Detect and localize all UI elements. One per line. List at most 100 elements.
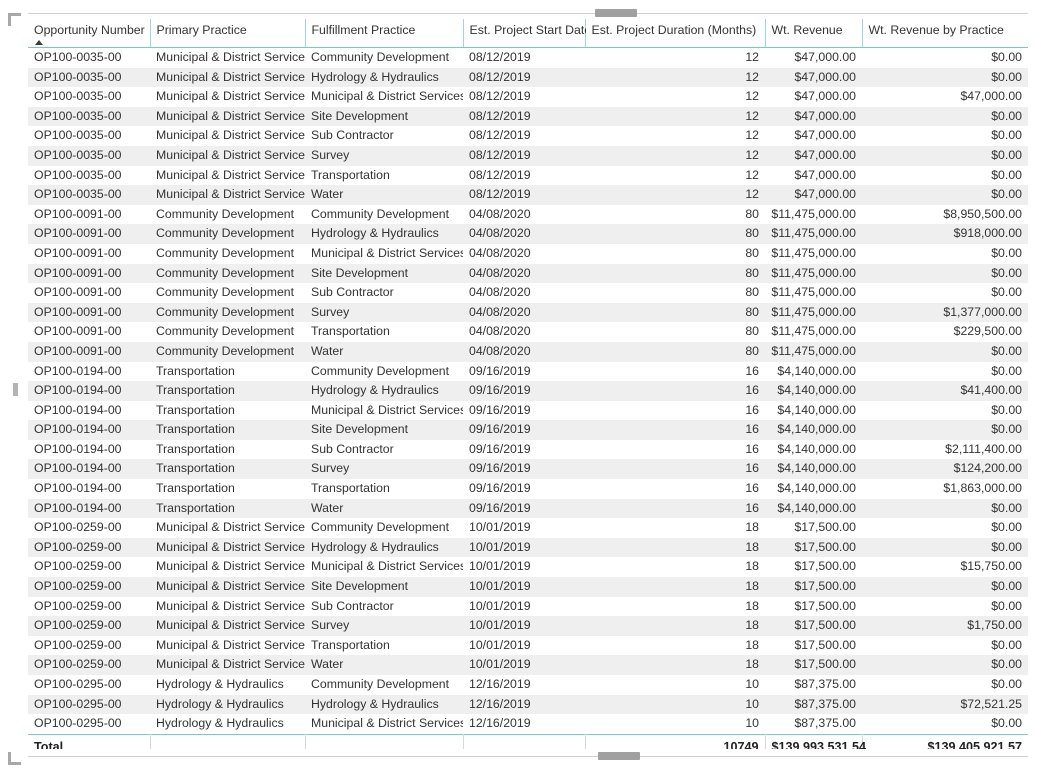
table-row[interactable]: OP100-0035-00 Municipal & District Servic… [28, 126, 1028, 146]
column-header-fulfillment-practice[interactable]: Fulfillment Practice [305, 19, 464, 48]
cell-est_project_start_date: 04/08/2020 [469, 324, 531, 339]
table-row[interactable]: OP100-0295-00 Hydrology & Hydraulics Munic… [28, 714, 1028, 734]
matrix-visual-container: Opportunity Number Primary Practice Fulf… [0, 0, 1048, 772]
data-table: Opportunity Number Primary Practice Fulf… [28, 19, 1028, 749]
cell-primary_practice: Municipal & District Services [156, 520, 305, 535]
cell-wt_revenue: $17,500.00 [765, 537, 862, 558]
table-row[interactable]: OP100-0295-00 Hydrology & Hydraulics Commu… [28, 675, 1028, 695]
column-header-label: Wt. Revenue [771, 23, 843, 37]
cell-opportunity_number: OP100-0194-00 [28, 420, 150, 440]
cell-wt_revenue: $17,500.00 [794, 559, 856, 574]
total-wt-revenue: $139,993,531.54 [765, 733, 866, 749]
cell-fulfillment_practice: Hydrology & Hydraulics [305, 224, 463, 244]
table-row[interactable]: OP100-0259-00 Municipal & District Servic… [28, 616, 1028, 636]
column-header-wt-revenue-by-practice[interactable]: Wt. Revenue by Practice [862, 19, 1028, 48]
cell-est_project_start_date: 10/01/2019 [469, 559, 531, 574]
table-row[interactable]: OP100-0091-00 Community Development Survey… [28, 302, 1028, 323]
column-header-opportunity-number[interactable]: Opportunity Number [28, 19, 151, 48]
vertical-scroll-mark[interactable] [13, 383, 18, 396]
cell-fulfillment_practice: Community Development [311, 50, 450, 64]
cell-wt_revenue: $4,140,000.00 [765, 498, 862, 519]
table-row[interactable]: OP100-0194-00 Transportation Transportatio… [28, 479, 1028, 499]
resize-handle-bottom-left[interactable] [8, 752, 21, 765]
cell-est_project_duration: 80 [585, 224, 765, 244]
cell-opportunity_number: OP100-0194-00 [34, 402, 122, 417]
cell-est_project_start_date: 10/01/2019 [463, 616, 585, 636]
table-row[interactable]: OP100-0194-00 Transportation Sub Contracto… [28, 440, 1028, 460]
table-row[interactable]: OP100-0035-00 Municipal & District Servic… [28, 166, 1028, 186]
table-row[interactable]: OP100-0091-00 Community Development Munici… [28, 244, 1028, 264]
cell-est_project_start_date: 10/01/2019 [463, 655, 585, 675]
cell-est_project_start_date: 04/08/2020 [469, 285, 531, 300]
cell-est_project_duration: 18 [745, 559, 759, 574]
table-row[interactable]: OP100-0035-00 Municipal & District Servic… [28, 145, 1028, 166]
table-row[interactable]: OP100-0259-00 Municipal & District Servic… [28, 537, 1028, 558]
cell-est_project_start_date: 12/16/2019 [463, 694, 585, 715]
column-header-est-project-start-date[interactable]: Est. Project Start Date [463, 19, 591, 48]
cell-wt_revenue_by_practice: $0.00 [862, 145, 1028, 166]
cell-wt_revenue: $4,140,000.00 [765, 381, 862, 401]
table-row[interactable]: OP100-0259-00 Municipal & District Servic… [28, 636, 1028, 656]
cell-wt_revenue: $47,000.00 [794, 128, 856, 143]
horizontal-scrollbar-bottom[interactable] [28, 752, 1028, 761]
cell-wt_revenue: $47,000.00 [765, 185, 862, 205]
table-row[interactable]: OP100-0091-00 Community Development Transp… [28, 322, 1028, 342]
table-row[interactable]: OP100-0035-00 Municipal & District Servic… [28, 185, 1028, 205]
cell-opportunity_number: OP100-0194-00 [34, 481, 122, 496]
table-row[interactable]: OP100-0259-00 Municipal & District Servic… [28, 557, 1028, 577]
cell-est_project_start_date: 09/16/2019 [469, 363, 531, 378]
table-row[interactable]: OP100-0259-00 Municipal & District Servic… [28, 518, 1028, 538]
table-row[interactable]: OP100-0035-00 Municipal & District Servic… [28, 106, 1028, 127]
table-row[interactable]: OP100-0295-00 Hydrology & Hydraulics Hydro… [28, 694, 1028, 715]
table-row[interactable]: OP100-0259-00 Municipal & District Servic… [28, 655, 1028, 675]
cell-wt_revenue_by_practice: $0.00 [991, 598, 1022, 613]
table-row[interactable]: OP100-0259-00 Municipal & District Servic… [28, 597, 1028, 617]
table-row[interactable]: OP100-0035-00 Municipal & District Servic… [28, 87, 1028, 107]
resize-handle-top-left[interactable] [8, 13, 21, 26]
cell-wt_revenue: $17,500.00 [765, 616, 862, 636]
cell-fulfillment_practice: Transportation [311, 324, 390, 339]
column-header-wt-revenue[interactable]: Wt. Revenue [765, 19, 863, 48]
triangle-up-icon[interactable] [35, 40, 43, 45]
table-row[interactable]: OP100-0194-00 Transportation Water 09/16/20… [28, 498, 1028, 519]
cell-est_project_start_date: 08/12/2019 [463, 145, 585, 166]
table-row[interactable]: OP100-0194-00 Transportation Community Dev… [28, 362, 1028, 382]
cell-est_project_start_date: 08/12/2019 [469, 167, 531, 182]
cell-primary_practice: Municipal & District Services [156, 598, 305, 613]
table-row[interactable]: OP100-0091-00 Community Development Commun… [28, 205, 1028, 225]
horizontal-scrollbar-top[interactable] [28, 9, 1028, 18]
table-row[interactable]: OP100-0259-00 Municipal & District Servic… [28, 577, 1028, 597]
table-row[interactable]: OP100-0194-00 Transportation Site Developm… [28, 420, 1028, 440]
table-row[interactable]: OP100-0091-00 Community Development Site D… [28, 263, 1028, 284]
table-row[interactable]: OP100-0091-00 Community Development Sub Co… [28, 283, 1028, 303]
table-row[interactable]: OP100-0091-00 Community Development Water 0… [28, 341, 1028, 362]
scrollbar-thumb[interactable] [598, 752, 640, 760]
cell-wt_revenue: $11,475,000.00 [771, 324, 856, 339]
cell-est_project_start_date: 04/08/2020 [463, 302, 585, 323]
cell-primary_practice: Community Development [150, 224, 305, 244]
column-header-est-project-duration[interactable]: Est. Project Duration (Months) [585, 19, 766, 48]
cell-est_project_duration: 12 [745, 89, 759, 104]
column-header-primary-practice[interactable]: Primary Practice [150, 19, 306, 48]
cell-opportunity_number: OP100-0035-00 [28, 106, 150, 127]
scrollbar-thumb[interactable] [595, 9, 637, 17]
cell-wt_revenue: $4,140,000.00 [765, 420, 862, 440]
cell-fulfillment_practice: Sub Contractor [311, 598, 394, 613]
table-row[interactable]: OP100-0035-00 Municipal & District Servic… [28, 67, 1028, 88]
cell-wt_revenue: $47,000.00 [765, 145, 862, 166]
cell-opportunity_number: OP100-0091-00 [34, 206, 122, 221]
cell-wt_revenue: $11,475,000.00 [771, 245, 856, 260]
cell-wt_revenue_by_practice: $229,500.00 [953, 324, 1022, 339]
table-row[interactable]: OP100-0035-00 Municipal & District Servic… [28, 48, 1028, 68]
total-label: Total [28, 733, 151, 749]
table-row[interactable]: OP100-0194-00 Transportation Survey 09/16/2… [28, 459, 1028, 480]
table-row[interactable]: OP100-0194-00 Transportation Hydrology & H… [28, 381, 1028, 401]
cell-est_project_start_date: 04/08/2020 [463, 263, 585, 284]
table-row[interactable]: OP100-0194-00 Transportation Municipal & D… [28, 401, 1028, 421]
cell-fulfillment_practice: Hydrology & Hydraulics [305, 537, 463, 558]
table-row[interactable]: OP100-0091-00 Community Development Hydrol… [28, 224, 1028, 244]
cell-fulfillment_practice: Site Development [305, 420, 463, 440]
cell-opportunity_number: OP100-0091-00 [28, 263, 150, 284]
table-scroll-region[interactable]: Opportunity Number Primary Practice Fulf… [28, 19, 1028, 749]
cell-wt_revenue: $17,500.00 [765, 577, 862, 597]
